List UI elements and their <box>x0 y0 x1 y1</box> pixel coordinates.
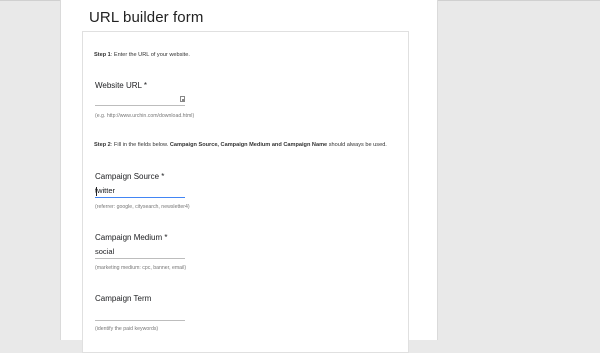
edit-icon[interactable] <box>180 96 185 102</box>
campaign-source-input[interactable]: twitter <box>95 185 185 198</box>
website-url-input[interactable] <box>95 93 185 106</box>
campaign-term-label: Campaign Term <box>95 294 152 303</box>
website-url-help: (e.g. http://www.urchin.com/download.htm… <box>95 113 195 119</box>
step-2-text-b: should always be used. <box>327 142 387 148</box>
campaign-term-input[interactable] <box>95 308 185 321</box>
campaign-source-label: Campaign Source * <box>95 172 165 181</box>
campaign-medium-label: Campaign Medium * <box>95 233 168 242</box>
step-2-required-fields: Campaign Source, Campaign Medium and Cam… <box>169 142 328 148</box>
step-1-label: Step 1 <box>94 52 111 58</box>
campaign-term-help: (identify the paid keywords) <box>95 326 159 332</box>
campaign-medium-value: social <box>95 247 115 256</box>
website-url-label: Website URL * <box>95 81 148 90</box>
step-1-text: : Enter the URL of your website. <box>110 52 190 58</box>
page-title: URL builder form <box>89 9 204 26</box>
campaign-medium-input[interactable]: social <box>95 246 185 259</box>
step-2-text-a: : Fill in the fields below. <box>110 142 170 148</box>
campaign-medium-help: (marketing medium: cpc, banner, email) <box>95 265 187 271</box>
step-1-instructions: Step 1: Enter the URL of your website. <box>94 52 190 58</box>
campaign-source-value: twitter <box>95 186 116 195</box>
form-card: Step 1: Enter the URL of your website. W… <box>82 31 409 353</box>
text-cursor <box>96 187 97 196</box>
step-2-label: Step 2 <box>94 142 111 148</box>
form-page: URL builder form Step 1: Enter the URL o… <box>60 0 438 353</box>
campaign-source-help: (referrer: google, citysearch, newslette… <box>95 204 190 210</box>
step-2-instructions: Step 2: Fill in the fields below. Campai… <box>94 142 387 148</box>
